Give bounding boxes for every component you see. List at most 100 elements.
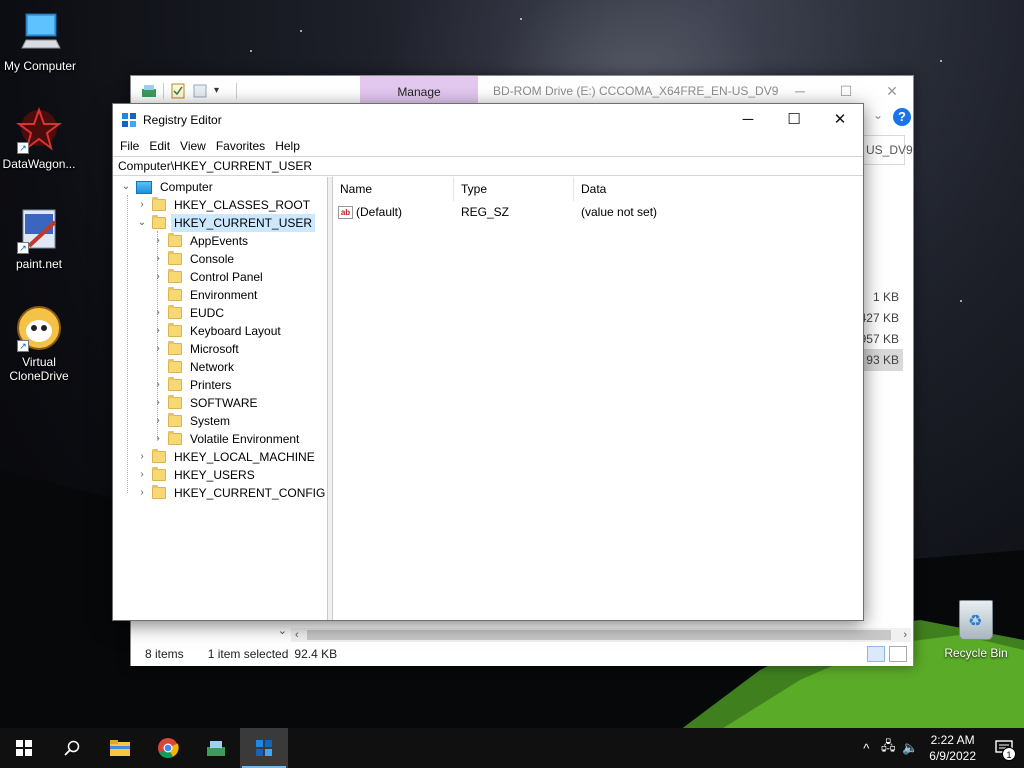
folder-icon	[168, 251, 182, 265]
taskbar-registry-editor[interactable]	[240, 728, 288, 768]
chevron-up-icon[interactable]: ^	[855, 741, 877, 756]
chevron-right-icon[interactable]: ›	[151, 232, 165, 250]
action-center-button[interactable]: 1	[984, 728, 1024, 768]
registry-editor-window[interactable]: Registry Editor ─ ☐ ✕ File Edit View Fav…	[112, 103, 864, 621]
clock-date: 6/9/2022	[929, 749, 976, 763]
chevron-up-icon[interactable]: ⌄	[873, 108, 883, 122]
computer-icon	[16, 8, 64, 56]
tree-node-software[interactable]: › SOFTWARE	[151, 394, 261, 412]
folder-icon	[168, 323, 182, 337]
details-view-icon[interactable]	[867, 646, 885, 662]
network-icon[interactable]: 🖧	[877, 737, 899, 759]
scroll-left-icon[interactable]: ‹	[295, 628, 299, 642]
tree-node-label: HKEY_CURRENT_USER	[171, 214, 316, 232]
tree-node-eudc[interactable]: › EUDC	[151, 304, 227, 322]
start-button[interactable]	[0, 728, 48, 768]
menu-edit[interactable]: Edit	[144, 136, 175, 156]
chevron-down-icon[interactable]: ⌄	[278, 624, 287, 637]
chevron-right-icon[interactable]: ›	[151, 250, 165, 268]
folder-icon	[152, 197, 166, 211]
tree-node-printers[interactable]: › Printers	[151, 376, 234, 394]
drive-icon	[207, 741, 225, 756]
chevron-right-icon[interactable]: ›	[151, 322, 165, 340]
horizontal-scrollbar[interactable]: ‹ ›	[291, 628, 911, 642]
chevron-right-icon[interactable]: ›	[135, 484, 149, 502]
chevron-right-icon[interactable]: ›	[151, 340, 165, 358]
regedit-titlebar[interactable]: Registry Editor ─ ☐ ✕	[113, 104, 863, 136]
tree-node-hkcc[interactable]: › HKEY_CURRENT_CONFIG	[135, 484, 327, 502]
chevron-right-icon[interactable]: ›	[151, 304, 165, 322]
close-button[interactable]: ✕	[817, 104, 863, 136]
tree-node-system[interactable]: › System	[151, 412, 233, 430]
close-button[interactable]: ✕	[869, 76, 915, 106]
tree-node-console[interactable]: › Console	[151, 250, 237, 268]
menu-favorites[interactable]: Favorites	[211, 136, 270, 156]
shortcut-arrow-icon: ↗	[17, 340, 29, 352]
tree-node-hklm[interactable]: › HKEY_LOCAL_MACHINE	[135, 448, 318, 466]
maximize-button[interactable]: ☐	[823, 76, 869, 106]
new-folder-icon[interactable]	[192, 83, 208, 99]
folder-icon	[152, 485, 166, 499]
chevron-right-icon[interactable]: ›	[135, 466, 149, 484]
desktop-icon-virtual-clonedrive[interactable]: ↗ Virtual CloneDrive	[0, 304, 79, 383]
menu-help[interactable]: Help	[270, 136, 305, 156]
chevron-right-icon[interactable]: ›	[135, 448, 149, 466]
chevron-down-icon[interactable]: ▾	[214, 83, 230, 99]
registry-tree[interactable]: ⌄ Computer › HKEY_CLASSES_ROOT ⌄ HKEY_CU…	[113, 177, 328, 620]
explorer-address-bar[interactable]: US_DV9	[861, 135, 913, 165]
tree-node-hkcu[interactable]: ⌄ HKEY_CURRENT_USER	[135, 214, 316, 232]
desktop-icon-datawagon[interactable]: ↗ DataWagon...	[0, 106, 79, 171]
desktop-icon-recycle-bin[interactable]: Recycle Bin	[938, 600, 1014, 660]
chevron-down-icon[interactable]: ⌄	[135, 214, 149, 232]
column-header-data[interactable]: Data	[574, 177, 864, 201]
values-list[interactable]: Name Type Data ab (Default) REG_SZ (value…	[332, 177, 863, 620]
properties-icon[interactable]	[170, 83, 186, 99]
tree-node-appevents[interactable]: › AppEvents	[151, 232, 251, 250]
menu-view[interactable]: View	[175, 136, 211, 156]
column-header-type[interactable]: Type	[454, 177, 574, 201]
chevron-right-icon[interactable]: ›	[151, 430, 165, 448]
clock[interactable]: 2:22 AM 6/9/2022	[921, 732, 984, 764]
large-icons-view-icon[interactable]	[889, 646, 907, 662]
column-header-name[interactable]: Name	[333, 177, 454, 201]
recycle-bin-icon	[959, 600, 993, 640]
desktop-icon-my-computer[interactable]: My Computer	[0, 8, 80, 73]
tree-node-environment[interactable]: Environment	[151, 286, 260, 304]
tree-node-hkcr[interactable]: › HKEY_CLASSES_ROOT	[135, 196, 313, 214]
menu-file[interactable]: File	[115, 136, 144, 156]
manage-tab[interactable]: Manage	[360, 76, 478, 106]
drive-icon[interactable]	[141, 83, 157, 99]
scrollbar-thumb[interactable]	[307, 630, 891, 640]
toolbar-divider	[163, 83, 164, 99]
tree-node-keyboard-layout[interactable]: › Keyboard Layout	[151, 322, 284, 340]
chevron-down-icon[interactable]: ⌄	[119, 178, 133, 196]
search-button[interactable]	[48, 728, 96, 768]
tree-node-control-panel[interactable]: › Control Panel	[151, 268, 266, 286]
chevron-right-icon[interactable]: ›	[151, 394, 165, 412]
chevron-right-icon[interactable]: ›	[135, 196, 149, 214]
desktop-icon-paint-net[interactable]: ↗ paint.net	[0, 206, 79, 271]
tree-node-volatile-environment[interactable]: › Volatile Environment	[151, 430, 302, 448]
value-row[interactable]: ab (Default) REG_SZ (value not set)	[338, 202, 858, 222]
chevron-right-icon[interactable]: ›	[151, 268, 165, 286]
scroll-right-icon[interactable]: ›	[903, 628, 907, 642]
chevron-right-icon[interactable]: ›	[151, 412, 165, 430]
maximize-button[interactable]: ☐	[771, 104, 817, 136]
chevron-right-icon[interactable]: ›	[151, 376, 165, 394]
tree-node-hku[interactable]: › HKEY_USERS	[135, 466, 258, 484]
file-size-selected[interactable]: 93 KB	[859, 349, 903, 371]
registry-address-bar[interactable]: Computer\HKEY_CURRENT_USER	[113, 156, 863, 176]
explorer-titlebar[interactable]: ▾ Manage BD-ROM Drive (E:) CCCOMA_X64FRE…	[131, 76, 913, 106]
taskbar-file-explorer[interactable]	[96, 728, 144, 768]
file-size: 957 KB	[859, 332, 899, 346]
tree-node-network[interactable]: Network	[151, 358, 237, 376]
taskbar-drive-tool[interactable]	[192, 728, 240, 768]
taskbar-chrome[interactable]	[144, 728, 192, 768]
computer-icon	[136, 180, 152, 194]
tree-node-microsoft[interactable]: › Microsoft	[151, 340, 242, 358]
help-icon[interactable]: ?	[893, 108, 911, 126]
tree-node-computer[interactable]: ⌄ Computer	[119, 178, 216, 196]
volume-icon[interactable]: 🔈	[899, 740, 921, 756]
minimize-button[interactable]: ─	[777, 76, 823, 106]
minimize-button[interactable]: ─	[725, 104, 771, 136]
